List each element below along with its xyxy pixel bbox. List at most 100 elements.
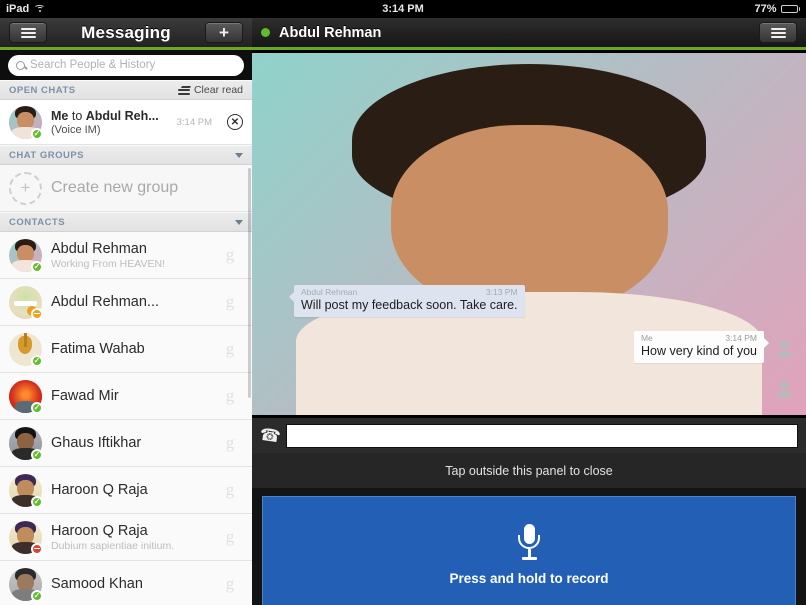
contact-row[interactable]: ✓ Abdul Rehman Working From HEAVEN! g (0, 232, 252, 279)
section-header-contacts[interactable]: CONTACTS (0, 212, 252, 232)
message-meta: Me 3:14 PM (641, 333, 757, 344)
message-meta: Abdul Rehman 3:13 PM (301, 287, 518, 298)
ios-status-bar: iPad 3:14 PM 77% (0, 0, 806, 18)
contact-name: Haroon Q Raja (51, 482, 208, 498)
avatar: ✓ (9, 568, 42, 601)
battery-percent: 77% (754, 3, 776, 15)
gtalk-icon: g (217, 433, 243, 453)
contact-subtitle: Dubium sapientiae initium. (51, 540, 208, 552)
record-button-label: Press and hold to record (449, 571, 608, 586)
message-input-row: ☎ (252, 417, 806, 453)
contact-texts: Abdul Rehman... (51, 294, 208, 310)
section-header-open-chats: OPEN CHATS Clear read (0, 80, 252, 100)
gtalk-icon: g (217, 245, 243, 265)
contact-name: Fawad Mir (51, 388, 208, 404)
sidebar: Messaging + OPEN CHATS Clear read (0, 18, 252, 605)
contact-name: Fatima Wahab (51, 341, 208, 357)
status-bar-right: 77% (754, 3, 800, 15)
contact-subtitle: Working From HEAVEN! (51, 258, 208, 270)
gtalk-icon: g (217, 386, 243, 406)
chevron-down-icon[interactable] (235, 153, 243, 158)
status-badge: ✓ (31, 128, 43, 140)
avatar: ✓ (9, 106, 42, 139)
contact-texts: Ghaus Iftikhar (51, 435, 208, 451)
contact-name: Samood Khan (51, 576, 208, 592)
contact-row[interactable]: ✓ Haroon Q Raja g (0, 467, 252, 514)
status-bar-clock: 3:14 PM (0, 3, 806, 15)
message-bubble[interactable]: Abdul Rehman 3:13 PM Will post my feedba… (294, 285, 525, 317)
message-bubble[interactable]: Me 3:14 PM How very kind of you (634, 331, 764, 363)
chevron-down-icon[interactable] (235, 220, 243, 225)
contact-texts: Haroon Q Raja (51, 482, 208, 498)
message-time: 3:13 PM (486, 287, 518, 298)
clear-read-label: Clear read (194, 84, 243, 96)
battery-icon (781, 5, 801, 13)
phone-icon[interactable]: ☎ (259, 424, 282, 447)
app-root: iPad 3:14 PM 77% Messaging + (0, 0, 806, 605)
section-label: CHAT GROUPS (9, 150, 84, 161)
message-text: How very kind of you (641, 344, 757, 359)
gtalk-icon: g (217, 339, 243, 359)
clear-read-icon (178, 86, 190, 95)
status-badge: ✓ (31, 590, 43, 602)
contact-row[interactable]: ✓ Ghaus Iftikhar g (0, 420, 252, 467)
search-box[interactable] (8, 55, 244, 76)
avatar (260, 285, 288, 313)
contact-texts: Fatima Wahab (51, 341, 208, 357)
open-chat-time: 3:14 PM (177, 117, 212, 128)
status-badge: ✓ (31, 355, 43, 367)
plus-icon[interactable]: + (205, 22, 243, 43)
close-icon[interactable]: ✕ (227, 114, 243, 130)
open-chat-texts: Me to Abdul Reh... (Voice IM) (51, 109, 168, 136)
message-time: 3:14 PM (725, 333, 757, 344)
message-sender: Abdul Rehman (301, 287, 357, 298)
status-badge: ✓ (31, 261, 43, 273)
message-text: Will post my feedback soon. Take care. (301, 298, 518, 313)
contact-row[interactable]: Abdul Rehman... g (0, 279, 252, 326)
sidebar-scrollbar[interactable] (248, 168, 251, 398)
message-row: Abdul Rehman 3:13 PM Will post my feedba… (252, 283, 806, 319)
search-input[interactable] (30, 59, 236, 71)
status-badge: ✓ (31, 496, 43, 508)
sidebar-header: Messaging + (0, 18, 252, 50)
press-and-hold-record-button[interactable]: Press and hold to record (262, 496, 796, 605)
search-bar (0, 50, 252, 80)
section-label: OPEN CHATS (9, 85, 76, 96)
contact-name: Abdul Rehman... (51, 294, 208, 310)
clear-read-button[interactable]: Clear read (178, 84, 243, 96)
gtalk-icon: g (217, 527, 243, 547)
contact-row[interactable]: ✓ Fawad Mir g (0, 373, 252, 420)
contact-texts: Samood Khan (51, 576, 208, 592)
hamburger-menu-icon[interactable] (759, 22, 797, 43)
contact-row[interactable]: Haroon Q Raja Dubium sapientiae initium.… (0, 514, 252, 561)
section-header-chat-groups[interactable]: CHAT GROUPS (0, 145, 252, 165)
hamburger-menu-icon[interactable] (9, 22, 47, 43)
panel-close-hint: Tap outside this panel to close (252, 453, 806, 488)
chat-title: Abdul Rehman (279, 25, 381, 41)
avatar (9, 286, 42, 319)
message-thread[interactable]: Me 3:12 PM Reply man Abdul Rehman 3:13 P… (252, 53, 806, 415)
voice-record-panel: Press and hold to record (252, 488, 806, 605)
create-new-group-item[interactable]: + Create new group (0, 165, 252, 212)
contact-row[interactable]: ✓ Samood Khan g (0, 561, 252, 605)
gtalk-icon: g (217, 480, 243, 500)
plus-circle-icon: + (9, 172, 42, 205)
create-new-group-label: Create new group (51, 179, 178, 197)
contact-name: Ghaus Iftikhar (51, 435, 208, 451)
avatar: ✓ (9, 474, 42, 507)
gtalk-icon: g (217, 574, 243, 594)
search-icon (16, 61, 25, 70)
contact-texts: Haroon Q Raja Dubium sapientiae initium. (51, 523, 208, 552)
status-badge (31, 543, 43, 555)
message-input[interactable] (286, 424, 798, 448)
online-dot-icon (261, 28, 270, 37)
avatar: ✓ (9, 333, 42, 366)
status-badge: ✓ (31, 449, 43, 461)
status-badge: ✓ (31, 402, 43, 414)
open-chat-item[interactable]: ✓ Me to Abdul Reh... (Voice IM) 3:14 PM … (0, 100, 252, 145)
avatar: ✓ (9, 380, 42, 413)
contact-texts: Abdul Rehman Working From HEAVEN! (51, 241, 208, 270)
section-label: CONTACTS (9, 217, 65, 228)
chat-header: Abdul Rehman (252, 18, 806, 50)
contact-row[interactable]: ✓ Fatima Wahab g (0, 326, 252, 373)
